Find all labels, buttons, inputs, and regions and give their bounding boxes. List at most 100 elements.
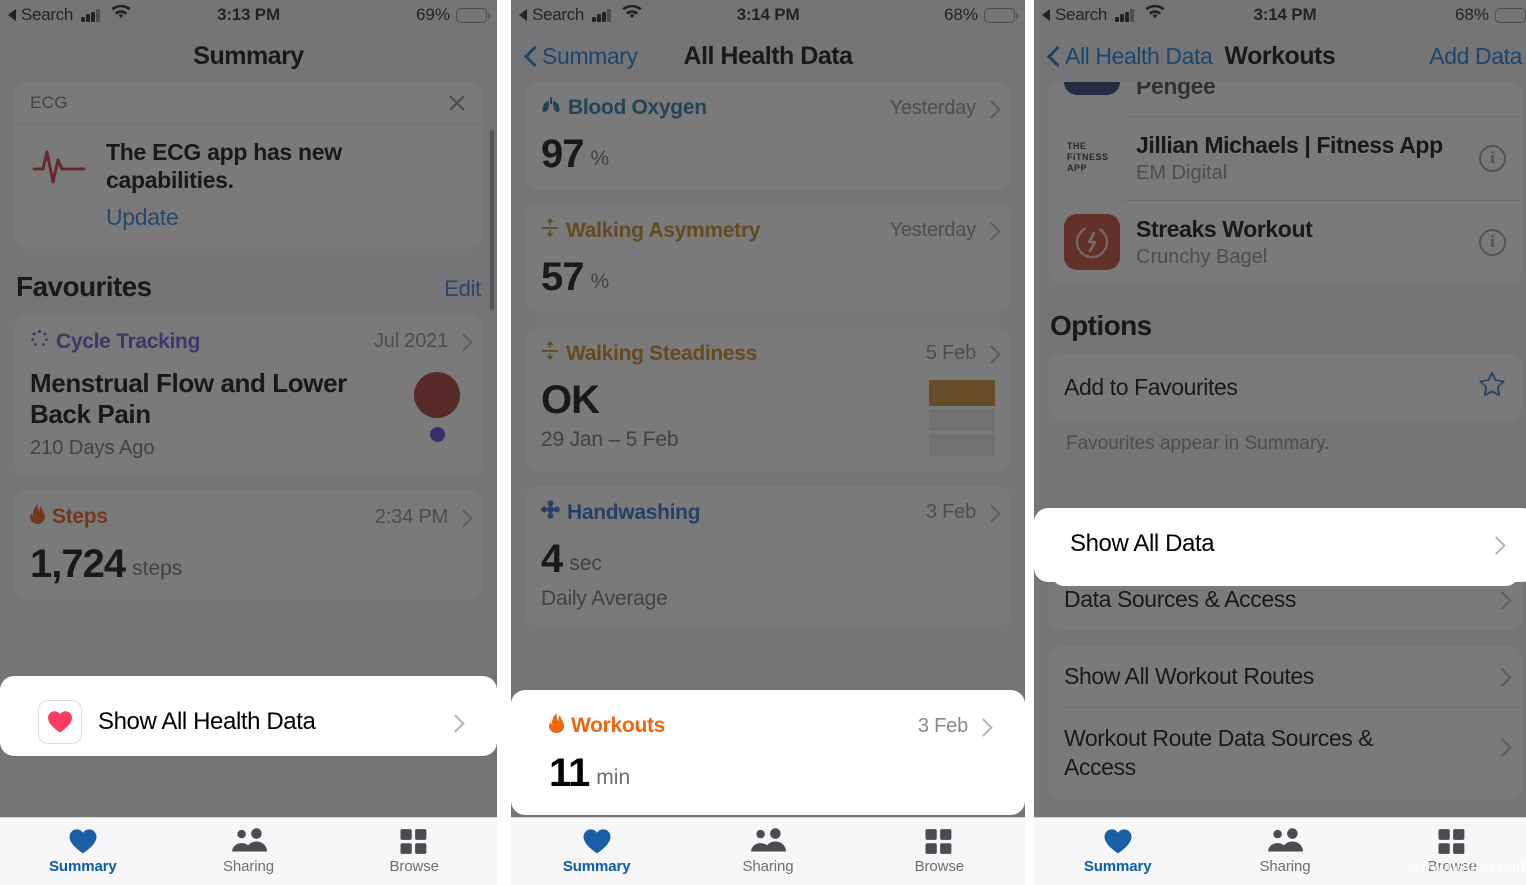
chevron-right-icon[interactable] — [1490, 536, 1500, 553]
tab-bar: Summary Sharing Browse — [511, 817, 1025, 885]
nav-bar: Summary — [0, 30, 497, 82]
workouts-metric-card[interactable]: Workouts 3 Feb 11 min — [531, 699, 1005, 806]
close-icon[interactable] — [447, 93, 467, 113]
tab-sharing[interactable]: Sharing — [1201, 828, 1368, 875]
pengee-app-title: Pengee — [1136, 82, 1216, 99]
clock-time: 3:14 PM — [1253, 5, 1317, 24]
ecg-notice-card[interactable]: ECG The ECG app has new capabilities. Up… — [14, 82, 483, 250]
chevron-right-icon[interactable] — [985, 504, 995, 521]
cycle-tracking-name-row: Cycle Tracking — [30, 329, 200, 354]
tab-bar: Summary Sharing Browse — [0, 817, 497, 885]
pengee-app-icon — [1064, 82, 1120, 95]
add-data-button[interactable]: Add Data — [1429, 43, 1522, 70]
tab-sharing[interactable]: Sharing — [166, 828, 332, 875]
show-all-health-data-row[interactable]: Show All Health Data — [20, 684, 477, 748]
show-all-workout-routes-row[interactable]: Show All Workout Routes — [1048, 646, 1522, 707]
chevron-right-icon[interactable] — [985, 100, 995, 117]
scroll-indicator[interactable] — [490, 130, 494, 310]
favourite-card-cycle-tracking[interactable]: Cycle Tracking Jul 2021 Menstrual Flow a… — [14, 315, 483, 477]
handwashing-header: Handwashing 3 Feb — [541, 500, 995, 525]
cycle-tracking-ago: 210 Days Ago — [30, 437, 155, 460]
walking-asymmetry-value: 57 — [541, 255, 584, 299]
chevron-right-icon[interactable] — [457, 509, 467, 526]
chevron-right-icon[interactable] — [985, 345, 995, 362]
show-all-health-data-row-content[interactable]: Show All Health Data — [20, 684, 477, 748]
cycle-tracking-headline: Menstrual Flow and Lower Back Pain — [30, 368, 347, 430]
back-button-label: Summary — [542, 42, 638, 69]
show-all-data-row-content[interactable]: Show All Data — [1052, 516, 1518, 572]
metric-card-handwashing[interactable]: Handwashing 3 Feb 4 sec Daily Average — [525, 486, 1011, 627]
tab-browse-label: Browse — [914, 858, 965, 875]
chevron-right-icon[interactable] — [1496, 668, 1506, 685]
chevron-right-icon[interactable] — [977, 718, 987, 735]
info-icon[interactable]: i — [1479, 144, 1506, 172]
battery-icon — [984, 7, 1018, 23]
tab-summary-label: Summary — [49, 858, 117, 875]
walking-asymmetry-body: 57 % — [541, 257, 995, 297]
steps-value: 1,724 — [30, 542, 126, 587]
favourite-card-steps[interactable]: Steps 2:34 PM 1,724 steps — [14, 490, 483, 601]
battery-icon — [1495, 7, 1526, 23]
tab-summary[interactable]: Summary — [511, 828, 682, 875]
workouts-name-row: Workouts — [549, 713, 665, 739]
battery-icon — [456, 7, 490, 23]
workouts-header: Workouts 3 Feb — [549, 713, 987, 739]
show-all-health-data-label: Show All Health Data — [98, 708, 316, 735]
handwashing-label: Handwashing — [567, 500, 701, 524]
workouts-unit: min — [596, 766, 631, 789]
back-button[interactable]: Summary — [525, 43, 638, 70]
jillian-michaels-text: Jillian Michaels | Fitness App EM Digita… — [1136, 132, 1443, 185]
spotlight-workouts[interactable]: Workouts 3 Feb 11 min — [511, 690, 1025, 815]
spotlight-show-all-data[interactable]: Show All Data — [1034, 508, 1526, 586]
grid-icon — [400, 829, 427, 854]
list-row-partial-pengee[interactable]: Pengee — [1048, 82, 1522, 116]
favourites-edit-button[interactable]: Edit — [444, 276, 481, 302]
add-to-favourites-row[interactable]: Add to Favourites — [1048, 354, 1522, 421]
list-row-streaks-workout[interactable]: Streaks Workout Crunchy Bagel i — [1048, 200, 1522, 284]
tab-summary[interactable]: Summary — [0, 828, 166, 875]
workouts-date: 3 Feb — [917, 714, 968, 737]
metric-card-walking-asymmetry[interactable]: Walking Asymmetry Yesterday 57 % — [525, 204, 1011, 313]
steps-body: 1,724 steps — [30, 544, 467, 584]
heart-icon — [38, 700, 82, 744]
cycle-tracking-label: Cycle Tracking — [56, 329, 201, 353]
walking-steadiness-body: OK 29 Jan – 5 Feb — [541, 380, 995, 456]
back-button[interactable]: All Health Data — [1048, 43, 1213, 70]
lungs-icon — [541, 96, 561, 120]
chevron-right-icon[interactable] — [985, 222, 995, 239]
spotlight-show-all-health-data[interactable]: Show All Health Data — [0, 676, 497, 756]
streaks-workout-subtitle: Crunchy Bagel — [1136, 245, 1268, 268]
chevron-right-icon[interactable] — [449, 714, 459, 731]
info-icon[interactable]: i — [1479, 228, 1506, 256]
clock-time: 3:13 PM — [217, 5, 280, 24]
walking-asymmetry-header: Walking Asymmetry Yesterday — [541, 218, 995, 243]
chevron-right-icon[interactable] — [457, 333, 467, 350]
three-screenshot-strip: Search 3:13 PM 69% Summary ECG The ECG a… — [0, 0, 1526, 885]
heart-icon — [69, 829, 97, 854]
chevron-right-icon[interactable] — [1496, 591, 1506, 608]
tab-sharing[interactable]: Sharing — [682, 828, 853, 875]
metric-card-walking-steadiness[interactable]: Walking Steadiness 5 Feb OK 29 Jan – 5 F… — [525, 327, 1011, 472]
workout-route-data-sources-row[interactable]: Workout Route Data Sources & Access — [1048, 707, 1522, 800]
steadiness-band-chart — [929, 380, 995, 456]
metric-card-blood-oxygen[interactable]: Blood Oxygen Yesterday 97 % — [525, 82, 1011, 190]
tab-summary[interactable]: Summary — [1034, 828, 1201, 875]
show-all-data-row[interactable]: Show All Data — [1052, 516, 1518, 586]
handwashing-sub: Daily Average — [541, 587, 668, 610]
all-health-data-list: Blood Oxygen Yesterday 97 % Walking Asym… — [511, 82, 1025, 627]
tab-browse[interactable]: Browse — [854, 828, 1025, 875]
steps-unit: steps — [132, 557, 183, 581]
blood-oxygen-label: Blood Oxygen — [568, 96, 707, 119]
tab-browse[interactable]: Browse — [331, 828, 497, 875]
ecg-update-link[interactable]: Update — [106, 204, 467, 231]
tab-summary-label: Summary — [1083, 858, 1152, 875]
flame-icon — [549, 713, 564, 739]
chevron-right-icon[interactable] — [1496, 738, 1506, 755]
workouts-label: Workouts — [571, 714, 666, 737]
star-outline-icon[interactable] — [1478, 371, 1506, 404]
page-title: Workouts — [1224, 41, 1336, 70]
tab-sharing-label: Sharing — [742, 858, 794, 875]
people-icon — [1268, 828, 1303, 852]
chevron-left-icon — [525, 47, 536, 66]
list-row-jillian-michaels[interactable]: THE FiTNESS APP Jillian Michaels | Fitness… — [1048, 116, 1522, 200]
